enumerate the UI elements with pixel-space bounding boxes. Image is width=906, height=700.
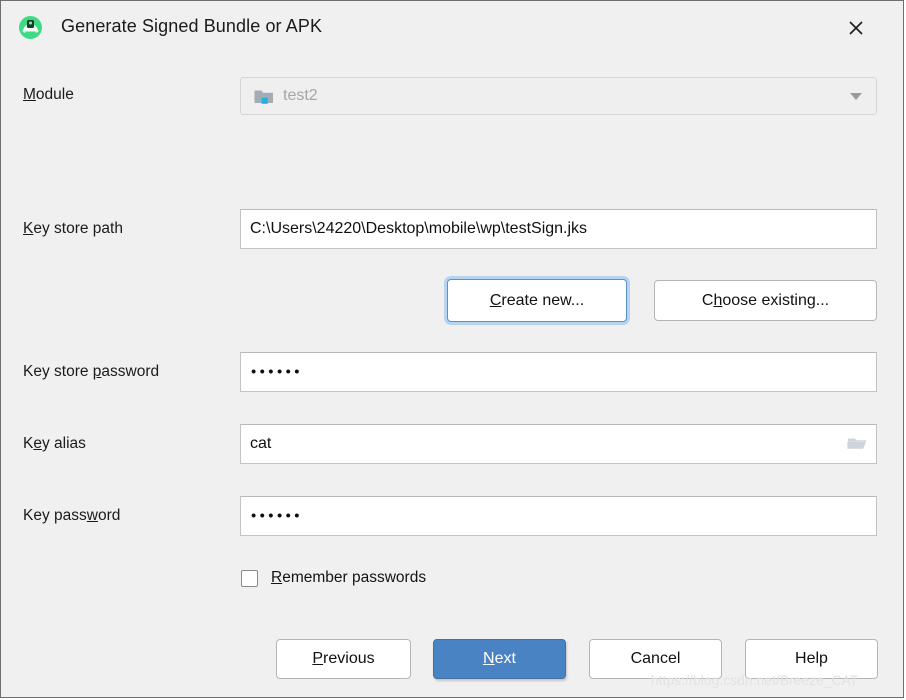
chevron-down-icon[interactable] xyxy=(850,93,862,100)
android-module-folder-icon xyxy=(254,88,274,106)
next-button-label: Next xyxy=(483,650,516,667)
remember-passwords-label: Remember passwords xyxy=(271,569,427,586)
choose-existing-button-label: Choose existing... xyxy=(701,291,830,309)
key-password-label: Key password xyxy=(23,507,121,524)
cancel-button-label: Cancel xyxy=(630,650,681,667)
key-store-path-value: C:\Users\24220\Desktop\mobile\wp\testSig… xyxy=(250,220,588,237)
key-store-path-input[interactable]: C:\Users\24220\Desktop\mobile\wp\testSig… xyxy=(240,209,877,249)
remember-passwords-checkbox[interactable]: Remember passwords xyxy=(241,566,426,590)
key-store-password-label: Key store password xyxy=(23,363,160,380)
key-alias-label: Key alias xyxy=(23,435,86,452)
previous-button-label: Previous xyxy=(312,650,375,667)
checkbox-box[interactable] xyxy=(241,569,258,587)
key-store-password-input[interactable]: •••••• xyxy=(240,352,877,392)
key-alias-input[interactable]: cat xyxy=(240,424,877,464)
key-password-value: •••••• xyxy=(251,507,303,525)
next-button[interactable]: Next xyxy=(433,639,566,679)
previous-button[interactable]: Previous xyxy=(276,639,411,679)
generate-signed-bundle-dialog: Generate Signed Bundle or APK Module tes… xyxy=(0,0,904,698)
module-value: test2 xyxy=(283,87,318,104)
create-new-button[interactable]: Create new... xyxy=(447,279,627,322)
close-icon[interactable] xyxy=(841,13,871,43)
android-studio-icon xyxy=(18,15,43,40)
dialog-title: Generate Signed Bundle or APK xyxy=(61,16,323,36)
module-dropdown[interactable]: test2 xyxy=(240,77,877,115)
create-new-button-label: Create new... xyxy=(489,291,585,309)
key-password-input[interactable]: •••••• xyxy=(240,496,877,536)
help-button-label: Help xyxy=(795,650,828,667)
key-alias-value: cat xyxy=(250,435,272,452)
key-store-path-label: Key store path xyxy=(23,220,123,237)
module-label: Module xyxy=(23,86,74,103)
key-store-password-value: •••••• xyxy=(251,363,303,381)
watermark-text: https://blog.csdn.net/Breeze_CAT xyxy=(651,673,859,688)
folder-open-icon[interactable] xyxy=(844,432,870,456)
choose-existing-button[interactable]: Choose existing... xyxy=(654,280,877,321)
dialog-title-bar: Generate Signed Bundle or APK xyxy=(1,1,903,58)
